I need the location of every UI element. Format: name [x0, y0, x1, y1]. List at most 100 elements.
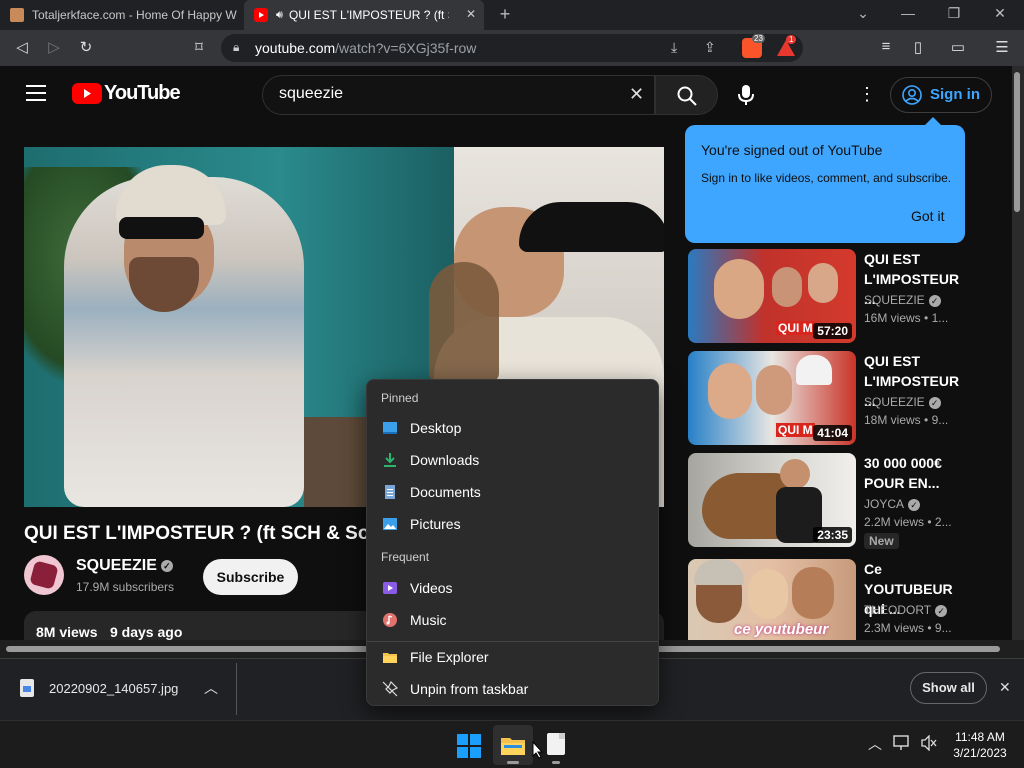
tab-youtube[interactable]: 🔊︎ QUI EST L'IMPOSTEUR ? (ft SC ✕	[244, 0, 484, 30]
audio-playing-icon[interactable]: 🔊︎	[276, 9, 283, 22]
downloads-icon	[384, 453, 396, 467]
recommended-video[interactable]: 23:35 30 000 000€ POUR EN... JOYCA ✓ 2.2M…	[688, 453, 998, 549]
tab-title: QUI EST L'IMPOSTEUR ? (ft SC	[288, 8, 449, 22]
brave-count-badge: 23	[752, 34, 765, 43]
recommended-video[interactable]: QUI M 57:20 QUI EST L'IMPOSTEUR ... SQUE…	[688, 249, 998, 345]
voice-search-icon[interactable]	[736, 84, 756, 111]
guide-menu-icon[interactable]	[26, 85, 46, 101]
video-meta: 2.3M views • 9...	[864, 621, 952, 635]
media-queue-icon[interactable]: ≡	[876, 38, 896, 55]
search-value: squeezie	[279, 85, 344, 102]
search-icon	[677, 86, 697, 106]
brave-rewards-icon[interactable]: 1	[776, 35, 797, 63]
tab-totaljerkface[interactable]: Totaljerkface.com - Home Of Happy W	[0, 0, 240, 30]
clock[interactable]: 11:48 AM 3/21/2023	[950, 729, 1010, 761]
videos-icon	[383, 582, 397, 594]
clear-search-icon[interactable]: ✕	[629, 84, 644, 105]
duration-badge: 57:20	[813, 323, 852, 339]
scrollbar-thumb[interactable]	[1014, 72, 1020, 212]
got-it-button[interactable]: Got it	[911, 208, 944, 224]
show-hidden-icons-icon[interactable]: ︿	[868, 734, 882, 754]
upload-age: 9 days ago	[110, 624, 183, 640]
restore-icon[interactable]: ❐	[944, 5, 964, 22]
video-meta: 2.2M views • 2...	[864, 515, 952, 529]
vertical-scrollbar[interactable]	[1012, 66, 1024, 640]
jump-item-documents[interactable]: Documents	[375, 477, 651, 507]
account-icon	[902, 85, 922, 105]
sidebar-icon[interactable]: ▯	[908, 38, 928, 56]
reload-icon[interactable]: ↻	[76, 38, 96, 56]
close-window-icon[interactable]: ✕	[990, 5, 1010, 22]
search-input[interactable]: squeezie ✕	[262, 75, 655, 115]
video-meta: 16M views • 1...	[864, 311, 949, 325]
channel-name[interactable]: SQUEEZIE ✓	[76, 557, 173, 575]
jump-item-file-explorer[interactable]: File Explorer	[375, 642, 651, 672]
brave-shields-icon[interactable]: 23	[742, 34, 765, 58]
close-download-bar-icon[interactable]: ✕	[999, 679, 1011, 696]
back-icon[interactable]: ◁	[12, 38, 32, 56]
video-title: QUI EST L'IMPOSTEUR ? (ft SCH & Soso	[24, 523, 392, 544]
jump-item-pictures[interactable]: Pictures	[375, 509, 651, 539]
video-meta: 18M views • 9...	[864, 413, 949, 427]
url-text: youtube.com/watch?v=6XGj35f-row	[255, 40, 477, 56]
signed-out-tooltip: You're signed out of YouTube Sign in to …	[685, 117, 965, 243]
bookmark-icon[interactable]: ⌑	[189, 38, 209, 56]
youtube-logo[interactable]: YouTube	[72, 82, 181, 105]
new-badge: New	[864, 533, 899, 549]
verified-icon: ✓	[160, 559, 173, 572]
show-all-button[interactable]: Show all	[910, 672, 987, 704]
notepad-taskbar-button[interactable]	[547, 733, 565, 755]
desktop-icon	[383, 422, 397, 434]
sign-in-button[interactable]: Sign in	[890, 77, 992, 113]
jump-item-videos[interactable]: Videos	[375, 573, 651, 603]
recommended-video[interactable]: ce youtubeur Ce YOUTUBEUR qui ... THEODO…	[688, 559, 998, 640]
browser-tab-strip: Totaljerkface.com - Home Of Happy W 🔊︎ Q…	[0, 0, 1024, 30]
verified-icon: ✓	[928, 294, 941, 307]
download-item[interactable]: 20220902_140657.jpg	[49, 681, 178, 696]
search-button[interactable]	[655, 75, 718, 115]
video-thumbnail: QUI M 57:20	[688, 249, 856, 343]
wallet-icon[interactable]: ▭	[948, 38, 968, 56]
share-icon[interactable]: ⇪	[704, 39, 716, 56]
menu-icon[interactable]: ☰	[992, 38, 1012, 56]
jump-item-downloads[interactable]: Downloads	[375, 445, 651, 475]
network-icon[interactable]	[893, 735, 911, 756]
address-bar[interactable]: 🔒︎ youtube.com/watch?v=6XGj35f-row ⤓ ⇪	[221, 34, 803, 62]
volume-muted-icon[interactable]	[920, 734, 938, 756]
unpin-icon	[382, 681, 398, 697]
channel-name: SQUEEZIE ✓	[864, 395, 941, 409]
new-tab-button[interactable]: +	[495, 4, 515, 25]
tab-search-chevron-icon[interactable]: ⌄	[853, 5, 873, 22]
clock-time: 11:48 AM	[955, 730, 1005, 744]
browser-toolbar: ◁ ▷ ↻ ⌑ 🔒︎ youtube.com/watch?v=6XGj35f-r…	[0, 30, 1024, 66]
divider	[236, 663, 237, 715]
video-title: 30 000 000€ POUR EN...	[864, 455, 942, 491]
video-thumbnail: ce youtubeur	[688, 559, 856, 640]
start-button[interactable]	[457, 734, 481, 763]
video-thumbnail: 23:35	[688, 453, 856, 547]
site-favicon-icon	[10, 8, 24, 22]
lock-icon: 🔒︎	[233, 40, 240, 54]
logo-text: YouTube	[104, 82, 181, 104]
install-app-icon[interactable]: ⤓	[671, 39, 677, 56]
subscribe-button[interactable]: Subscribe	[203, 559, 298, 595]
youtube-play-logo-icon	[72, 83, 102, 104]
close-tab-icon[interactable]: ✕	[466, 7, 476, 21]
thumbnail-text: ce youtubeur	[734, 621, 829, 638]
subscriber-count: 17.9M subscribers	[76, 580, 175, 594]
file-explorer-taskbar-button[interactable]	[493, 725, 533, 765]
jump-item-unpin[interactable]: Unpin from taskbar	[375, 674, 651, 704]
download-options-icon[interactable]: ︿	[204, 678, 218, 698]
windows-taskbar: ︿ 11:48 AM 3/21/2023	[0, 720, 1024, 768]
jump-item-music[interactable]: Music	[375, 605, 651, 635]
channel-avatar[interactable]	[24, 555, 64, 595]
jump-item-desktop[interactable]: Desktop	[375, 413, 651, 443]
recommended-video[interactable]: QUI M 41:04 QUI EST L'IMPOSTEUR ... SQUE…	[688, 351, 998, 447]
duration-badge: 41:04	[813, 425, 852, 441]
more-options-icon[interactable]: ⋮	[858, 84, 876, 105]
forward-icon[interactable]: ▷	[44, 38, 64, 56]
minimize-icon[interactable]: —	[898, 5, 918, 21]
tooltip-body: Sign in to like videos, comment, and sub…	[701, 171, 952, 185]
verified-icon: ✓	[928, 396, 941, 409]
clock-date: 3/21/2023	[953, 746, 1007, 760]
